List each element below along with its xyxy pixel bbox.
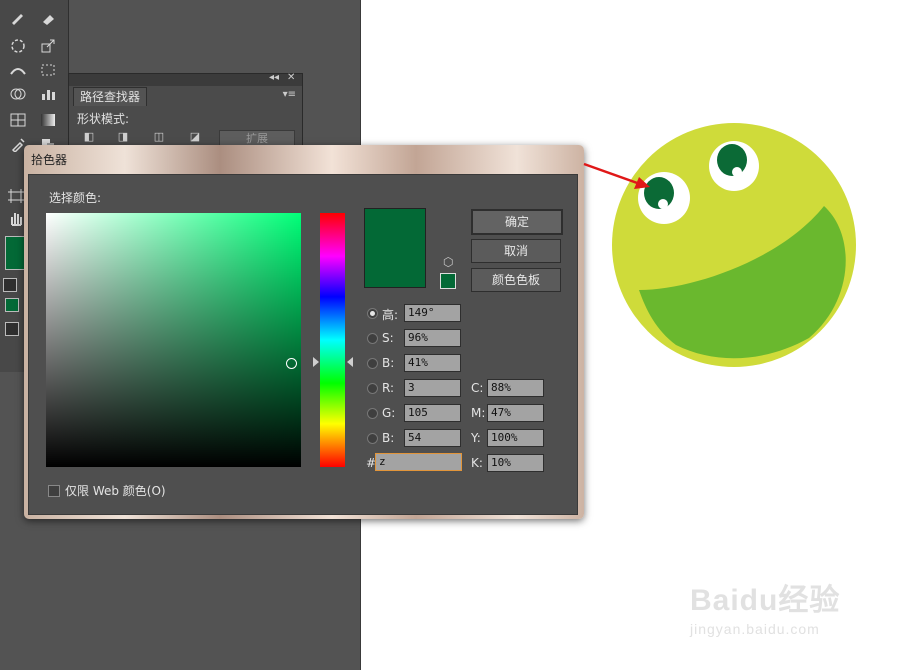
watermark-url: jingyan.baidu.com: [690, 621, 820, 637]
watermark-brand: Baidu经验: [690, 584, 841, 617]
annotation-arrow: [583, 162, 650, 189]
baidu-watermark: Baidu经验 jingyan.baidu.com: [690, 575, 840, 637]
